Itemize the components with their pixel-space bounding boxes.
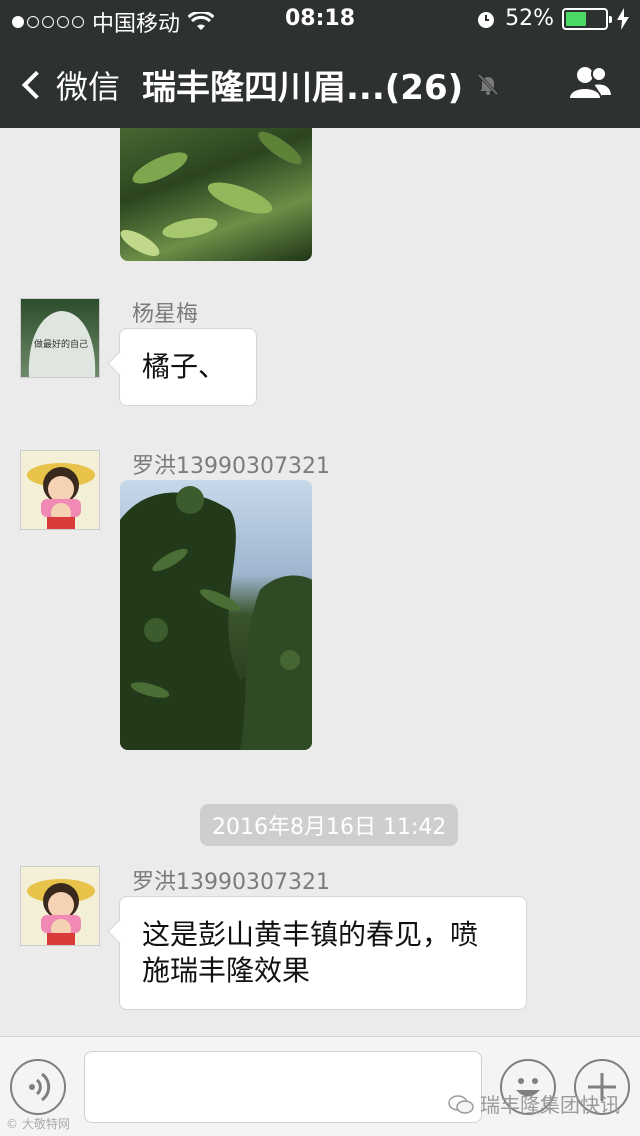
chat-title: 瑞丰隆四川眉...(26)	[142, 68, 464, 108]
battery-icon	[562, 7, 612, 30]
charging-icon	[617, 7, 629, 30]
status-bar: 中国移动 08:18 52%	[0, 0, 640, 40]
watermark-text: 瑞丰隆集团快讯	[480, 1093, 620, 1117]
avatar[interactable]: 做最好的自己	[20, 298, 100, 378]
alarm-icon	[478, 11, 495, 28]
nav-bar: 微信 瑞丰隆四川眉...(26)	[0, 40, 640, 128]
watermark: 瑞丰隆集团快讯	[448, 1089, 620, 1118]
cartoon-avatar-image	[27, 879, 95, 945]
message-text: 这是彭山黄丰镇的春见，喷施瑞丰隆效果	[142, 918, 479, 987]
watermark-left: © 大敬特网	[6, 1117, 70, 1131]
cartoon-avatar-image	[27, 463, 95, 529]
orange-tree-photo	[120, 486, 312, 750]
status-right: 52%	[475, 6, 630, 31]
sender-name: 罗洪13990307321	[132, 454, 330, 479]
orchard-photo	[120, 131, 302, 256]
text-message[interactable]: 这是彭山黄丰镇的春见，喷施瑞丰隆效果	[119, 896, 527, 1010]
chat-area[interactable]: 做最好的自己 杨星梅 橘子、 罗洪13990307321 2016年8月16日 …	[0, 128, 640, 1036]
sender-name: 罗洪13990307321	[132, 870, 330, 895]
text-message[interactable]: 橘子、	[119, 328, 257, 406]
stone-avatar-image: 做最好的自己	[28, 311, 96, 377]
chevron-left-icon	[21, 70, 51, 100]
photo-message[interactable]	[120, 128, 312, 261]
input-bar: 瑞丰隆集团快讯 © 大敬特网	[0, 1036, 640, 1136]
battery-percent: 52%	[505, 6, 554, 31]
top-bar: 中国移动 08:18 52% 微信 瑞丰隆四川眉...(26)	[0, 0, 640, 128]
avatar[interactable]	[20, 450, 100, 530]
group-info-icon[interactable]	[568, 64, 614, 100]
battery-fill	[566, 11, 586, 26]
sender-name: 杨星梅	[132, 302, 199, 327]
avatar-text: 做最好的自己	[34, 338, 88, 350]
avatar[interactable]	[20, 866, 100, 946]
photo-message[interactable]	[120, 480, 312, 750]
message-text: 橘子、	[142, 350, 227, 383]
wechat-logo-icon	[448, 1094, 474, 1114]
back-label: 微信	[56, 68, 121, 106]
back-button[interactable]: 微信	[18, 62, 120, 108]
voice-icon	[29, 1072, 51, 1102]
timestamp: 2016年8月16日 11:42	[200, 804, 459, 846]
voice-button[interactable]	[10, 1059, 66, 1115]
mute-bell-icon	[477, 73, 499, 96]
message-input[interactable]	[84, 1051, 482, 1123]
